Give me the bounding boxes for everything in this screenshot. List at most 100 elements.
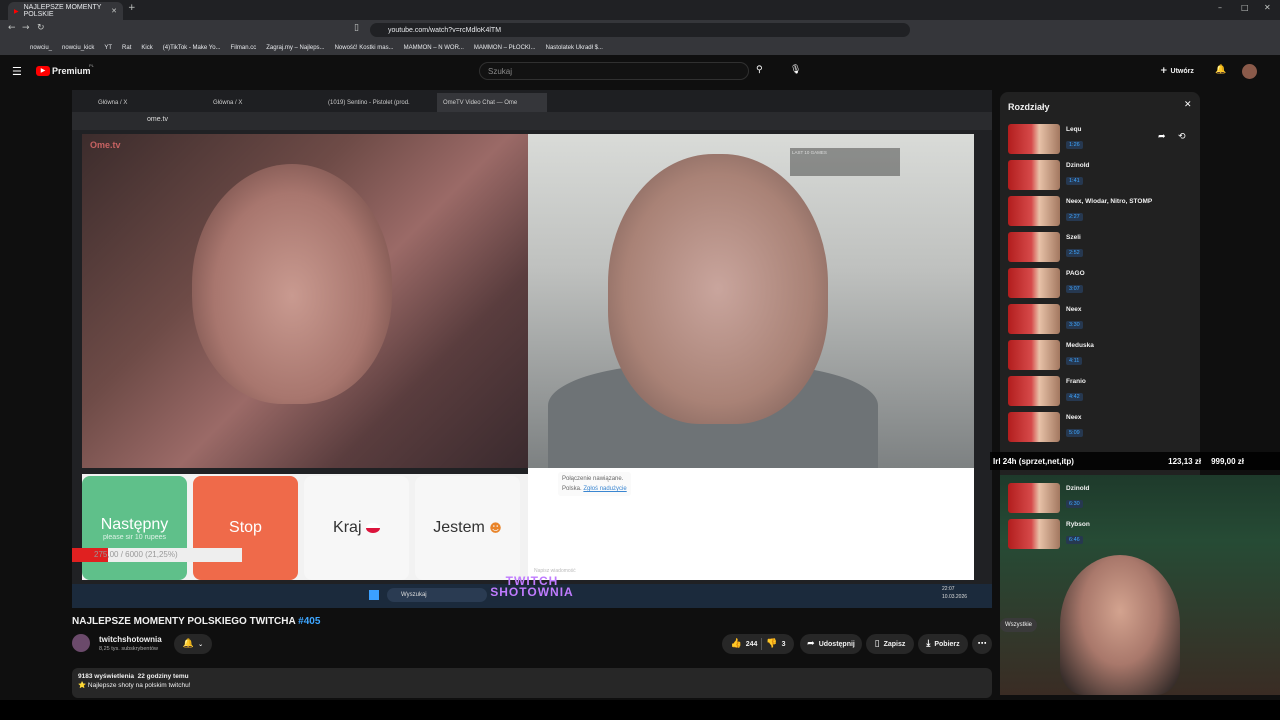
forward-icon[interactable]: → <box>22 23 30 33</box>
chapter-item[interactable]: Neex 5:09 <box>1008 412 1198 448</box>
download-label: Pobierz <box>934 640 960 648</box>
browser-tab-active[interactable]: ▶ NAJLEPSZE MOMENTY POLSKIE ✕ <box>8 2 123 20</box>
chapter-title: Neex <box>1066 306 1082 313</box>
bookmark-item[interactable]: nowciu_kick <box>62 45 94 51</box>
chapter-time: 6:46 <box>1066 536 1083 544</box>
new-tab-icon[interactable]: + <box>128 3 136 13</box>
next-sub-label: please sir 10 rupees <box>102 533 167 541</box>
bookmark-item[interactable]: MAMMON – PŁOCKI... <box>474 45 536 51</box>
report-link[interactable]: Zgłoś nadużycie <box>583 486 626 492</box>
youtube-favicon-icon: ▶ <box>14 7 19 15</box>
chapter-item[interactable]: Lequ 1:26 ➦ ⟲ <box>1008 124 1198 160</box>
ometv-logo: Ome.tv <box>90 140 121 150</box>
bookmark-item[interactable]: nowciu_ <box>30 45 52 51</box>
chat-message: Połączenie nawiązane. Polska. Zgłoś nadu… <box>558 472 631 496</box>
bookmark-item[interactable]: Nastolatek Ukradł $... <box>546 45 603 51</box>
person-icon: ☻ <box>489 521 502 535</box>
stop-label: Stop <box>229 519 262 536</box>
bookmark-item[interactable]: Zagraj.my – Najleps... <box>266 45 324 51</box>
bookmark-item[interactable]: YT <box>104 45 112 51</box>
create-button[interactable]: + Utwórz <box>1160 64 1194 78</box>
chapter-thumbnail <box>1008 304 1060 334</box>
share-icon[interactable]: ➦ <box>1158 132 1166 142</box>
chapter-time: 4:42 <box>1066 393 1083 401</box>
channel-avatar[interactable] <box>72 634 90 652</box>
chapter-time: 6:30 <box>1066 500 1083 508</box>
reload-icon[interactable]: ↻ <box>37 23 45 33</box>
chapter-item[interactable]: PAGO 3:07 <box>1008 268 1198 304</box>
search-placeholder: Szukaj <box>488 66 513 76</box>
maximize-window-icon[interactable]: □ <box>1241 3 1249 12</box>
ticker-current: 123,13 zł <box>1168 456 1202 466</box>
subscription-bell-button[interactable]: 🔔 ⌄ <box>174 634 212 654</box>
stop-button[interactable]: Stop <box>193 476 298 580</box>
chapter-title: Lequ <box>1066 126 1082 133</box>
donation-progress-text: 275,00 / 6000 (21,25%) <box>94 550 178 559</box>
like-dislike-group: 👍 244 👎 3 <box>722 634 794 654</box>
bookmark-item[interactable]: (4)TikTok - Make Yo... <box>163 45 221 51</box>
microphone-icon[interactable]: 🎙 <box>790 65 801 75</box>
video-hashtag[interactable]: #405 <box>298 616 320 627</box>
dislike-count[interactable]: 3 <box>782 641 786 648</box>
games-overlay: LAST 10 GAMES <box>790 148 900 176</box>
loop-icon[interactable]: ⟲ <box>1178 132 1186 142</box>
bookmark-item[interactable]: Filman.cc <box>231 45 257 51</box>
iam-button[interactable]: Jestem ☻ <box>415 476 520 580</box>
minimize-window-icon[interactable]: – <box>1218 3 1222 12</box>
menu-icon[interactable]: ☰ <box>12 65 22 78</box>
donation-goal-ticker: Irl 24h (sprzet,net,itp) 123,13 zł 999,00… <box>990 452 1280 470</box>
taskbar-search-label: Wyszukaj <box>401 592 427 598</box>
divider <box>761 638 763 650</box>
country-button[interactable]: Kraj <box>304 476 409 580</box>
create-label: Utwórz <box>1170 67 1194 75</box>
next-button[interactable]: Następny please sir 10 rupees <box>82 476 187 580</box>
bookmark-item[interactable]: Nowość! Kostki mas... <box>335 45 394 51</box>
bookmark-star-icon[interactable]: ▯ <box>354 23 359 33</box>
save-button[interactable]: ▯ Zapisz <box>866 634 914 654</box>
inner-tab-label: Główna / X <box>213 99 243 106</box>
download-button[interactable]: ⤓ Pobierz <box>918 634 968 654</box>
share-icon: ➦ <box>807 639 815 649</box>
chapter-item[interactable]: Meduska 4:11 <box>1008 340 1198 376</box>
chapter-item[interactable]: Neex 3:30 <box>1008 304 1198 340</box>
search-input[interactable]: Szukaj <box>479 62 749 80</box>
chapters-title: Rozdziały <box>1008 102 1050 112</box>
notifications-bell-icon[interactable]: 🔔 <box>1215 65 1226 75</box>
chapter-title: Neex <box>1066 414 1082 421</box>
back-icon[interactable]: ← <box>8 23 16 33</box>
bookmark-item[interactable]: Rat <box>122 45 131 51</box>
chapter-item[interactable]: Franio 4:42 <box>1008 376 1198 412</box>
chapter-thumbnail <box>1008 483 1060 513</box>
close-window-icon[interactable]: ✕ <box>1264 3 1271 12</box>
close-tab-icon[interactable]: ✕ <box>111 7 117 15</box>
like-count[interactable]: 244 <box>746 641 758 648</box>
avatar[interactable] <box>1242 64 1257 79</box>
search-icon[interactable]: ⚲ <box>756 65 763 75</box>
channel-name[interactable]: twitchshotownia <box>99 635 162 644</box>
inner-tab-label: Główna / X <box>98 99 128 106</box>
self-camera-feed: LAST 10 GAMES <box>528 134 974 468</box>
channel-subscribers: 8,25 tys. subskrybentów <box>99 646 159 652</box>
share-button[interactable]: ➦ Udostępnij <box>800 634 862 654</box>
inner-url: ome.tv <box>147 116 169 123</box>
windows-taskbar: Wyszukaj TWITCH SHOTOWNIA 22:07 10.03.20… <box>72 575 992 608</box>
bookmark-item[interactable]: MAMMON – N WOR... <box>404 45 464 51</box>
chat-line-1: Połączenie nawiązane. <box>562 476 624 482</box>
chapter-item[interactable]: Neex, Wlodar, Nitro, STOMP 2:27 <box>1008 196 1198 232</box>
video-description[interactable]: 9183 wyświetlenia 22 godziny temu ⭐ Najl… <box>72 668 992 698</box>
close-panel-icon[interactable]: ✕ <box>1184 100 1192 110</box>
inner-tab: (1019) Sentino - Pistolet (prod. <box>322 93 437 112</box>
like-icon[interactable]: 👍 <box>730 639 741 649</box>
chapter-title: Franio <box>1066 378 1086 385</box>
chapter-item[interactable]: Dzinold 1:41 <box>1008 160 1198 196</box>
more-actions-button[interactable]: ⋯ <box>972 634 992 654</box>
all-filter-chip[interactable]: Wszystkie <box>1000 618 1037 632</box>
bookmark-icon: ▯ <box>874 639 880 649</box>
bookmark-item[interactable]: Kick <box>141 45 152 51</box>
youtube-logo-icon[interactable]: ▶ <box>36 66 50 76</box>
chevron-down-icon: ⌄ <box>198 640 204 648</box>
video-player[interactable]: Główna / X Główna / X (1019) Sentino - P… <box>72 90 992 608</box>
chapter-item[interactable]: Szeli 2:52 <box>1008 232 1198 268</box>
address-bar[interactable]: youtube.com/watch?v=rcMdloK4lTM <box>370 23 910 37</box>
dislike-icon[interactable]: 👎 <box>766 639 777 649</box>
